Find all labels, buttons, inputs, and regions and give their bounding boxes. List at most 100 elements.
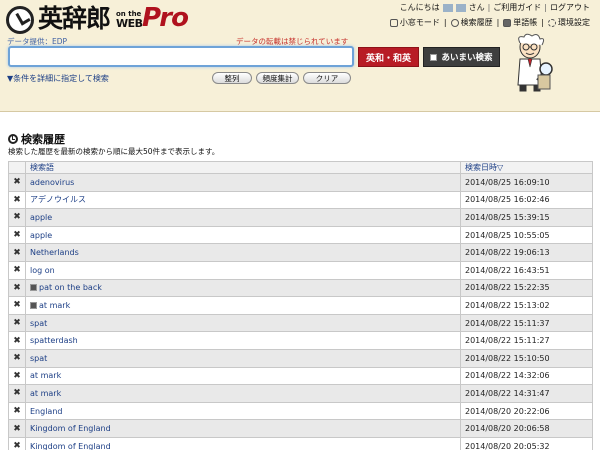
settings-link[interactable]: 環境設定: [548, 17, 590, 28]
professor-mascot-icon: [517, 33, 553, 92]
term-link[interactable]: apple: [30, 213, 52, 222]
term-link[interactable]: Kingdom of England: [30, 424, 111, 433]
table-row: ✖ spatterdash 2014/08/22 15:11:27: [8, 331, 593, 350]
image-icon: [30, 284, 37, 292]
table-row: ✖ at mark 2014/08/22 14:31:47: [8, 384, 593, 403]
delete-icon[interactable]: ✖: [13, 248, 21, 258]
delete-icon[interactable]: ✖: [13, 318, 21, 328]
date-cell: 2014/08/20 20:06:58: [460, 419, 593, 438]
delete-icon[interactable]: ✖: [13, 230, 21, 240]
gear-icon: [548, 18, 556, 27]
term-cell: at mark: [25, 384, 461, 403]
search-input[interactable]: [8, 46, 354, 67]
frequency-button[interactable]: 頻度集計: [256, 72, 299, 84]
delete-icon[interactable]: ✖: [13, 424, 21, 434]
fuzzy-search-label: あいまい検索: [441, 53, 493, 63]
delete-icon[interactable]: ✖: [13, 353, 21, 363]
term-link[interactable]: England: [30, 407, 62, 416]
date-cell: 2014/08/25 16:02:46: [460, 190, 593, 210]
table-row: ✖ apple 2014/08/25 10:55:05: [8, 225, 593, 245]
logout-link[interactable]: ログアウト: [550, 2, 590, 13]
site-logo[interactable]: 英辞郎 on the WEB Pro: [6, 3, 189, 34]
clock-icon: [450, 18, 459, 27]
table-row: ✖ Kingdom of England 2014/08/20 20:05:32: [8, 436, 593, 450]
delete-cell: ✖: [8, 401, 26, 421]
delete-icon[interactable]: ✖: [13, 441, 21, 450]
wordbook-link[interactable]: 単語帳: [503, 17, 537, 28]
date-cell: 2014/08/22 14:31:47: [460, 384, 593, 403]
clock-icon: [8, 134, 18, 144]
delete-icon[interactable]: ✖: [13, 406, 21, 416]
delete-icon[interactable]: ✖: [13, 336, 21, 346]
logo-mark-icon: [6, 6, 34, 34]
small-window-mode-link[interactable]: 小窓モード: [389, 17, 440, 28]
date-cell: 2014/08/25 10:55:05: [460, 225, 593, 245]
term-cell: adenovirus: [25, 173, 461, 192]
fuzzy-checkbox[interactable]: [430, 53, 438, 61]
term-link[interactable]: アデノウイルス: [30, 195, 86, 204]
delete-cell: ✖: [8, 260, 26, 280]
date-cell: 2014/08/20 20:22:06: [460, 401, 593, 421]
date-cell: 2014/08/22 15:11:37: [460, 313, 593, 333]
top-nav: こんにちは さん | ご利用ガイド | ログアウト: [400, 2, 590, 13]
term-link[interactable]: at mark: [39, 301, 70, 310]
subnav-label: 小窓モード: [399, 18, 440, 27]
date-cell: 2014/08/22 15:11:27: [460, 331, 593, 350]
delete-icon[interactable]: ✖: [13, 195, 21, 205]
term-column-header[interactable]: 検索語: [25, 161, 461, 174]
delete-icon[interactable]: ✖: [13, 300, 21, 310]
delete-column-header: [8, 161, 26, 174]
date-cell: 2014/08/22 15:13:02: [460, 296, 593, 315]
history-description: 検索した履歴を最新の検索から順に最大50件まで表示します。: [8, 147, 220, 156]
delete-cell: ✖: [8, 384, 26, 403]
delete-icon[interactable]: ✖: [13, 388, 21, 398]
delete-cell: ✖: [8, 173, 26, 192]
delete-cell: ✖: [8, 296, 26, 315]
term-link[interactable]: spat: [30, 354, 47, 363]
logo-text-pro: Pro: [142, 3, 189, 33]
date-cell: 2014/08/25 15:39:15: [460, 208, 593, 227]
term-cell: spat: [25, 348, 461, 368]
term-cell: apple: [25, 208, 461, 227]
delete-icon[interactable]: ✖: [13, 212, 21, 222]
page-title-text: 検索履歴: [21, 133, 65, 146]
search-history-link[interactable]: 検索履歴: [450, 17, 493, 28]
clear-button[interactable]: クリア: [303, 72, 351, 84]
delete-icon[interactable]: ✖: [13, 371, 21, 381]
term-link[interactable]: Netherlands: [30, 248, 79, 257]
advanced-search-link[interactable]: ▼条件を詳細に指定して検索: [7, 73, 109, 84]
term-cell: log on: [25, 260, 461, 280]
term-link[interactable]: log on: [30, 266, 55, 275]
term-link[interactable]: spat: [30, 319, 47, 328]
en-ja-search-button[interactable]: 英和・和英: [358, 47, 419, 67]
table-row: ✖ adenovirus 2014/08/25 16:09:10: [8, 173, 593, 192]
term-cell: at mark: [25, 296, 461, 315]
delete-icon[interactable]: ✖: [13, 283, 21, 293]
term-link[interactable]: at mark: [30, 371, 61, 380]
date-cell: 2014/08/22 15:10:50: [460, 348, 593, 368]
delete-icon[interactable]: ✖: [13, 177, 21, 187]
term-link[interactable]: adenovirus: [30, 178, 74, 187]
user-guide-link[interactable]: ご利用ガイド: [493, 2, 541, 13]
term-link[interactable]: Kingdom of England: [30, 442, 111, 450]
term-link[interactable]: apple: [30, 231, 52, 240]
delete-cell: ✖: [8, 366, 26, 386]
date-column-header[interactable]: 検索日時▽: [460, 161, 593, 174]
image-icon: [30, 301, 37, 309]
term-link[interactable]: spatterdash: [30, 336, 78, 345]
sort-button[interactable]: 整列: [212, 72, 252, 84]
logo-text-web: WEB: [116, 17, 143, 30]
delete-cell: ✖: [8, 243, 26, 262]
nav-separator: |: [496, 18, 500, 27]
term-link[interactable]: at mark: [30, 389, 61, 398]
term-link[interactable]: pat on the back: [39, 283, 102, 292]
delete-cell: ✖: [8, 313, 26, 333]
subnav-label: 環境設定: [558, 18, 590, 27]
delete-icon[interactable]: ✖: [13, 265, 21, 275]
fuzzy-search-button[interactable]: あいまい検索: [423, 47, 500, 67]
term-cell: Kingdom of England: [25, 436, 461, 450]
table-row: ✖ England 2014/08/20 20:22:06: [8, 401, 593, 421]
date-cell: 2014/08/22 14:32:06: [460, 366, 593, 386]
delete-cell: ✖: [8, 190, 26, 210]
page-title: 検索履歴: [8, 131, 65, 147]
